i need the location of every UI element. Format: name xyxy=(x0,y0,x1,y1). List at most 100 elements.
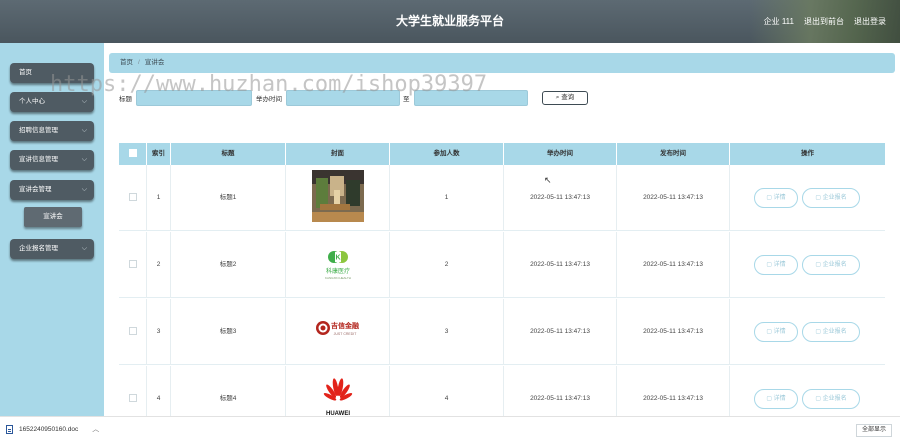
select-all-checkbox[interactable] xyxy=(128,149,137,158)
detail-button[interactable]: ▢ 详情 xyxy=(754,188,798,208)
signup-button[interactable]: ▢ 企业报名 xyxy=(802,389,860,409)
header-title: 标题 xyxy=(171,143,286,165)
detail-button[interactable]: ▢ 详情 xyxy=(754,255,798,275)
sidebar-item-label: 宣讲会管理 xyxy=(19,186,52,193)
table-row: 3 标题3 吉信金融 JUST CREDIT 3 2022-05-11 13:4… xyxy=(119,299,885,365)
signup-button-label: 企业报名 xyxy=(822,195,847,201)
row-checkbox[interactable] xyxy=(128,193,137,202)
table-header: 索引 标题 封面 参加人数 举办时间 发布时间 操作 xyxy=(119,143,885,165)
kangxin-logo-subtext: KANGXIN HEALTH xyxy=(325,276,351,280)
detail-icon: ▢ xyxy=(766,262,774,268)
chevron-down-icon: ⌵ xyxy=(81,127,87,134)
search-button-label: 查询 xyxy=(561,94,575,101)
row-select[interactable] xyxy=(119,299,147,365)
header-held-time: 举办时间 xyxy=(504,143,617,165)
chevron-up-icon[interactable]: ︿ xyxy=(92,424,99,434)
show-all-button[interactable]: 全部显示 xyxy=(856,424,892,437)
signup-button-label: 企业报名 xyxy=(822,396,847,402)
header-index: 索引 xyxy=(147,143,171,165)
detail-button-label: 详情 xyxy=(773,329,786,335)
header-cover: 封面 xyxy=(286,143,390,165)
kangxin-logo-text: 科康医疗 xyxy=(326,267,350,275)
sidebar-item-label: 首页 xyxy=(19,69,32,76)
signup-button-label: 企业报名 xyxy=(822,329,847,335)
watermark: https://www.huzhan.com/ishop39397 xyxy=(50,72,488,97)
row-held-time: 2022-05-11 13:47:13 xyxy=(504,232,617,298)
header-select-all[interactable] xyxy=(119,143,147,165)
row-published-time: 2022-05-11 13:47:13 xyxy=(617,165,730,231)
sidebar-item-label: 个人中心 xyxy=(19,98,45,105)
row-checkbox[interactable] xyxy=(128,260,137,269)
detail-icon: ▢ xyxy=(766,396,774,402)
detail-button[interactable]: ▢ 详情 xyxy=(754,322,798,342)
table-row: 1 标题1 1 2022-05-11 13:47:13 2022-05-11 1… xyxy=(119,165,885,231)
row-select[interactable] xyxy=(119,165,147,231)
breadcrumb-home[interactable]: 首页 xyxy=(120,59,133,66)
row-actions: ▢ 详情 ▢ 企业报名 xyxy=(730,232,885,298)
jixin-finance-logo-image: 吉信金融 JUST CREDIT xyxy=(312,304,364,356)
signup-icon: ▢ xyxy=(815,329,823,335)
chevron-down-icon: ⌵ xyxy=(81,156,87,163)
breadcrumb: 首页 / 宣讲会 xyxy=(109,53,895,73)
header-published-time: 发布时间 xyxy=(617,143,730,165)
signup-button-label: 企业报名 xyxy=(822,262,847,268)
signup-icon: ▢ xyxy=(815,396,823,402)
cafe-photo-image xyxy=(312,170,364,222)
sidebar-item-presentation-mgmt[interactable]: 宣讲会管理 ⌵ xyxy=(10,180,94,200)
download-item[interactable]: 1652240950160.doc ︿ xyxy=(6,424,99,434)
row-actions: ▢ 详情 ▢ 企业报名 xyxy=(730,165,885,231)
row-checkbox[interactable] xyxy=(128,327,137,336)
back-to-frontend-link[interactable]: 退出到前台 xyxy=(804,0,844,43)
row-held-time: 2022-05-11 13:47:13 xyxy=(504,165,617,231)
mouse-cursor-icon: ↖ xyxy=(544,175,552,185)
sidebar-item-recruitment[interactable]: 招聘信息管理 ⌵ xyxy=(10,121,94,141)
table-row: 2 标题2 K 科康医疗 KANGXIN HEALTH 2 2022-05-11… xyxy=(119,232,885,298)
sidebar-item-enterprise-signup[interactable]: 企业报名管理 ⌵ xyxy=(10,239,94,259)
row-published-time: 2022-05-11 13:47:13 xyxy=(617,299,730,365)
detail-icon: ▢ xyxy=(766,195,774,201)
signup-button[interactable]: ▢ 企业报名 xyxy=(802,188,860,208)
detail-button-label: 详情 xyxy=(773,262,786,268)
detail-icon: ▢ xyxy=(766,329,774,335)
row-actions: ▢ 详情 ▢ 企业报名 xyxy=(730,299,885,365)
detail-button[interactable]: ▢ 详情 xyxy=(754,389,798,409)
row-title: 标题3 xyxy=(171,299,286,365)
sidebar-item-presentation-info[interactable]: 宣讲信息管理 ⌵ xyxy=(10,150,94,170)
row-participants: 1 xyxy=(390,165,504,231)
kangxin-logo-image: K 科康医疗 KANGXIN HEALTH xyxy=(312,237,364,289)
row-select[interactable] xyxy=(119,232,147,298)
download-filename: 1652240950160.doc xyxy=(19,425,79,433)
row-participants: 3 xyxy=(390,299,504,365)
word-file-icon xyxy=(6,424,13,434)
sidebar-item-label: 招聘信息管理 xyxy=(19,127,58,134)
row-cover: K 科康医疗 KANGXIN HEALTH xyxy=(286,232,390,298)
detail-button-label: 详情 xyxy=(773,396,786,402)
search-icon: ⌕ xyxy=(555,94,560,101)
row-checkbox[interactable] xyxy=(128,394,137,403)
header-actions: 操作 xyxy=(801,150,814,157)
signup-icon: ▢ xyxy=(815,262,823,268)
logout-link[interactable]: 退出登录 xyxy=(854,0,886,43)
detail-button-label: 详情 xyxy=(773,195,786,201)
chevron-down-icon: ⌵ xyxy=(81,245,87,252)
chevron-up-icon: ⌵ xyxy=(81,186,87,193)
row-published-time: 2022-05-11 13:47:13 xyxy=(617,232,730,298)
row-index: 2 xyxy=(147,232,171,298)
header-participants: 参加人数 xyxy=(390,143,504,165)
svg-text:K: K xyxy=(335,255,340,262)
sidebar-subitem-presentation[interactable]: 宣讲会 xyxy=(24,207,82,227)
row-cover xyxy=(286,165,390,231)
signup-button[interactable]: ▢ 企业报名 xyxy=(802,322,860,342)
search-button[interactable]: ⌕ 查询 xyxy=(542,91,588,105)
sidebar: 首页 个人中心 ⌵ 招聘信息管理 ⌵ 宣讲信息管理 ⌵ 宣讲会管理 ⌵ 宣讲会 … xyxy=(0,43,104,416)
breadcrumb-current: 宣讲会 xyxy=(144,59,165,66)
row-title: 标题1 xyxy=(171,165,286,231)
sidebar-item-label: 宣讲信息管理 xyxy=(19,156,58,163)
jixin-logo-subtext: JUST CREDIT xyxy=(334,332,358,336)
row-held-time: 2022-05-11 13:47:13 xyxy=(504,299,617,365)
row-title: 标题2 xyxy=(171,232,286,298)
signup-button[interactable]: ▢ 企业报名 xyxy=(802,255,860,275)
row-index: 1 xyxy=(147,165,171,231)
row-cover: 吉信金融 JUST CREDIT xyxy=(286,299,390,365)
breadcrumb-separator: / xyxy=(138,59,140,66)
